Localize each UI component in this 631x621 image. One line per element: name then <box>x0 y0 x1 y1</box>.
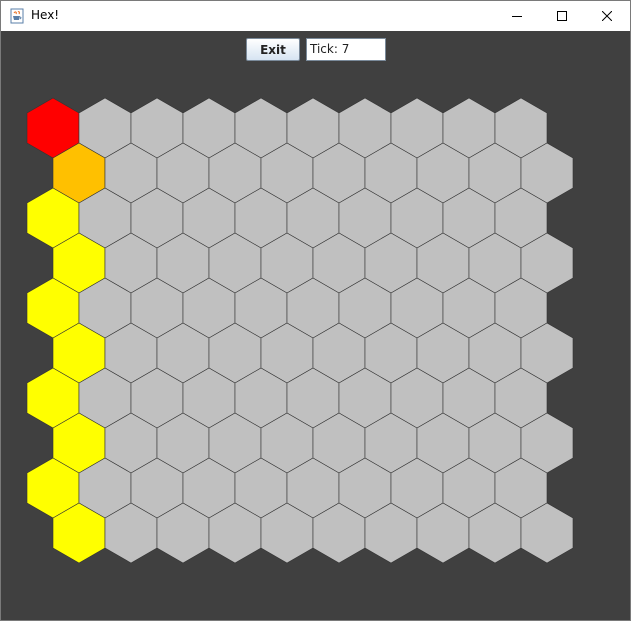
close-button[interactable] <box>584 1 630 31</box>
game-panel: Exit Tick: 7 <box>1 31 630 620</box>
maximize-icon <box>557 11 567 21</box>
window-title: Hex! <box>31 8 60 22</box>
app-window: Hex! Exit Tick: 7 <box>0 0 631 621</box>
minimize-icon <box>512 11 522 21</box>
title-bar[interactable]: Hex! <box>1 1 630 31</box>
minimize-button[interactable] <box>494 1 540 31</box>
java-coffee-cup-icon <box>10 8 24 24</box>
maximize-button[interactable] <box>539 1 585 31</box>
close-icon <box>602 11 612 21</box>
hex-board[interactable] <box>1 31 630 620</box>
